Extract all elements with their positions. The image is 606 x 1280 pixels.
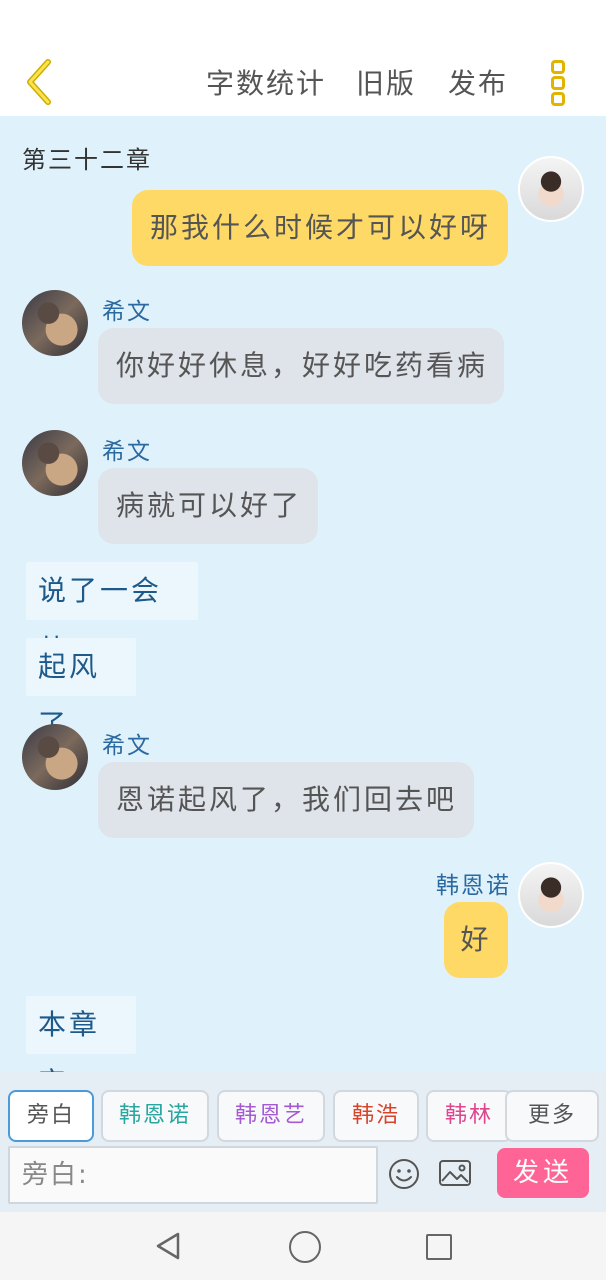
system-nav-bar [0,1212,606,1280]
role-button-han-hao[interactable]: 韩浩 [333,1090,419,1142]
emoji-button[interactable] [388,1158,420,1190]
smiley-icon [389,1159,419,1189]
speaker-name: 希文 [102,733,152,759]
nav-recent-apps-button[interactable] [426,1234,452,1260]
more-roles-button[interactable]: 更多 [505,1090,599,1142]
publish-link[interactable]: 发布 [448,62,508,102]
message-bubble[interactable]: 恩诺起风了，我们回去吧 [98,762,474,838]
speaker-name: 希文 [102,299,152,325]
send-button[interactable]: 发送 [497,1148,589,1198]
role-button-han-lin[interactable]: 韩林 [426,1090,512,1142]
nav-home-button[interactable] [289,1231,321,1263]
narration-block[interactable]: 说了一会儿 [26,562,198,665]
avatar[interactable] [518,862,584,928]
avatar[interactable] [22,290,88,356]
message-input[interactable]: 旁白: [8,1146,378,1204]
role-button-han-enyi[interactable]: 韩恩艺 [217,1090,325,1142]
old-version-link[interactable]: 旧版 [356,62,416,102]
speaker-name: 希文 [102,439,152,465]
composer-panel: 旁白 韩恩诺 韩恩艺 韩浩 韩林 更多 旁白: 发送 [0,1072,606,1212]
chat-area[interactable]: 第三十二章 那我什么时候才可以好呀 希文 你好好休息，好好吃药看病 希文 病就可… [0,116,606,1072]
image-icon [439,1160,471,1186]
avatar[interactable] [518,156,584,222]
message-bubble[interactable]: 病就可以好了 [98,468,318,544]
message-bubble[interactable]: 好 [444,902,508,978]
top-bar: 字数统计 旧版 发布 [0,0,606,116]
avatar[interactable] [22,724,88,790]
message-bubble[interactable]: 你好好休息，好好吃药看病 [98,328,504,404]
image-button[interactable] [438,1158,472,1188]
avatar[interactable] [22,430,88,496]
narration-block[interactable]: 本章完 [26,996,136,1072]
role-button-han-ennuo[interactable]: 韩恩诺 [101,1090,209,1142]
message-bubble[interactable]: 那我什么时候才可以好呀 [132,190,508,266]
role-button-narrator[interactable]: 旁白 [8,1090,94,1142]
triangle-back-icon [156,1232,180,1260]
word-count-link[interactable]: 字数统计 [206,62,326,102]
more-menu-button[interactable] [544,56,572,108]
back-button[interactable] [18,56,66,108]
chevron-left-icon [27,59,51,105]
speaker-name: 韩恩诺 [436,873,511,899]
chapter-title: 第三十二章 [22,146,152,174]
nav-back-button[interactable] [152,1230,184,1262]
narration-block[interactable]: 起风了 [26,638,136,741]
